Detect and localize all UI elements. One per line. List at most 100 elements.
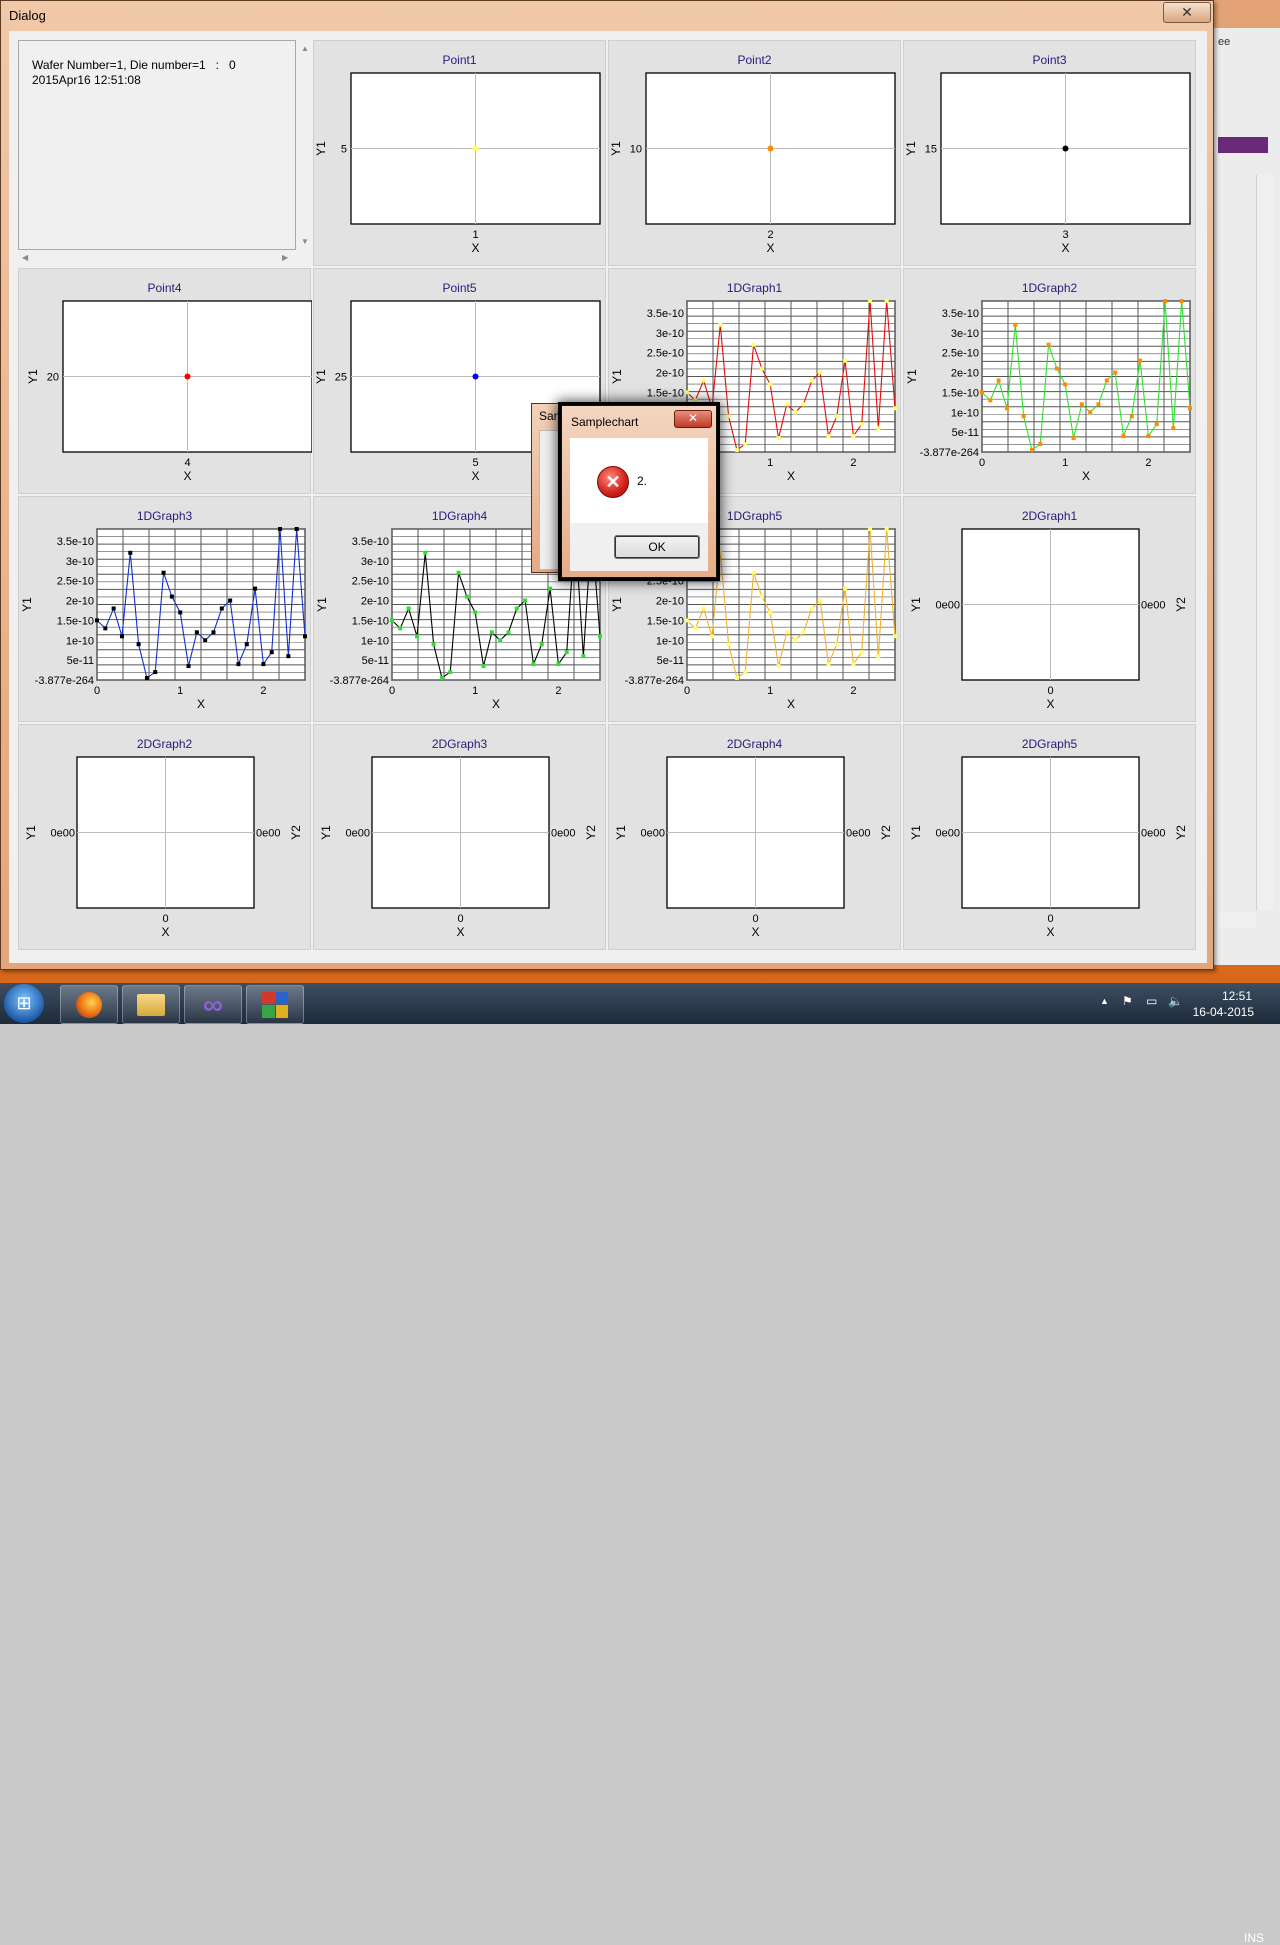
y-tick-label: 5e-11 bbox=[657, 655, 684, 667]
data-marker bbox=[294, 527, 299, 531]
data-marker bbox=[1138, 358, 1143, 363]
data-marker bbox=[390, 618, 394, 623]
clock-date[interactable]: 16-04-2015 bbox=[1193, 1005, 1254, 1019]
scroll-left-icon[interactable]: ◀ bbox=[22, 253, 28, 262]
data-marker bbox=[95, 618, 99, 623]
data-marker bbox=[203, 638, 208, 643]
taskbar-mfc-app-button[interactable] bbox=[246, 985, 304, 1024]
data-marker bbox=[826, 434, 831, 439]
data-marker bbox=[1071, 436, 1076, 441]
y-axis-label: Y1 bbox=[610, 369, 624, 384]
data-marker bbox=[406, 606, 411, 611]
data-marker bbox=[523, 598, 528, 603]
y-tick-label: 3.5e-10 bbox=[942, 308, 979, 320]
y2-axis-label: Y2 bbox=[584, 825, 598, 840]
y2-tick-label: 0e00 bbox=[551, 828, 575, 840]
x-tick-label: 0 bbox=[94, 685, 100, 697]
data-marker bbox=[685, 390, 689, 395]
background-vertical-scrollbar[interactable] bbox=[1256, 175, 1273, 910]
data-marker bbox=[169, 594, 174, 599]
y-tick-label: 3.5e-10 bbox=[647, 308, 684, 320]
tray-expand-icon[interactable]: ▲ bbox=[1100, 996, 1109, 1006]
x-axis-label: X bbox=[751, 925, 759, 939]
data-marker bbox=[1146, 434, 1151, 439]
x-axis-label: X bbox=[161, 925, 169, 939]
data-marker bbox=[514, 606, 519, 611]
y-axis-label: Y1 bbox=[26, 369, 40, 384]
scroll-down-icon[interactable]: ▼ bbox=[301, 237, 309, 246]
x-axis-label: X bbox=[787, 469, 795, 483]
network-icon[interactable]: ▭ bbox=[1146, 994, 1157, 1008]
chart-cell-2dgraph1: 2DGraph1 0e00 0e00 0 X Y1 Y2 bbox=[903, 496, 1196, 722]
x-axis-label: X bbox=[471, 469, 479, 483]
info-vertical-scrollbar[interactable]: ▲ ▼ bbox=[298, 40, 312, 250]
volume-muted-icon[interactable]: 🔈 bbox=[1168, 994, 1183, 1008]
y-tick-label: 2.5e-10 bbox=[57, 576, 94, 588]
x-tick-label: 2 bbox=[850, 685, 856, 697]
data-marker bbox=[1171, 426, 1176, 431]
y2-axis-label: Y2 bbox=[1174, 825, 1188, 840]
y-axis-label: Y1 bbox=[909, 825, 923, 840]
y-axis-label: Y1 bbox=[314, 369, 328, 384]
data-marker bbox=[843, 586, 848, 591]
data-marker bbox=[876, 426, 881, 431]
ok-button[interactable]: OK bbox=[614, 535, 700, 559]
data-marker bbox=[414, 634, 419, 639]
scroll-right-icon[interactable]: ▶ bbox=[282, 253, 288, 262]
taskbar-visual-studio-button[interactable]: ∞ bbox=[184, 985, 242, 1024]
y-axis-label: Y1 bbox=[314, 141, 328, 156]
y2-tick-label: 0e00 bbox=[846, 828, 870, 840]
data-marker bbox=[818, 598, 823, 603]
start-button[interactable]: ⊞ bbox=[4, 984, 44, 1023]
data-marker bbox=[709, 634, 714, 639]
data-marker bbox=[834, 642, 839, 647]
data-marker bbox=[784, 630, 789, 635]
taskbar-explorer-button[interactable] bbox=[122, 985, 180, 1024]
y-tick-label: 3.5e-10 bbox=[352, 536, 389, 548]
data-marker bbox=[211, 630, 216, 635]
data-marker bbox=[531, 662, 536, 667]
y-tick-label: 1.5e-10 bbox=[647, 387, 684, 399]
data-marker bbox=[751, 570, 756, 575]
data-marker bbox=[1179, 299, 1184, 303]
data-point bbox=[1062, 145, 1069, 152]
data-marker bbox=[884, 527, 889, 531]
data-marker bbox=[539, 642, 544, 647]
y-tick-label: 5 bbox=[341, 144, 347, 156]
y-axis-label: Y1 bbox=[614, 825, 628, 840]
data-marker bbox=[244, 642, 249, 647]
x-axis-label: X bbox=[471, 241, 479, 255]
data-marker bbox=[851, 434, 856, 439]
x-tick-label: 1 bbox=[177, 685, 183, 697]
data-marker bbox=[1163, 299, 1168, 303]
y-tick-label: -3.877e-264 bbox=[920, 447, 979, 459]
data-marker bbox=[834, 414, 839, 419]
y2-tick-label: 0e00 bbox=[256, 828, 280, 840]
y-axis-label: Y1 bbox=[24, 825, 38, 840]
background-horizontal-scrollbar[interactable] bbox=[1218, 912, 1256, 928]
info-horizontal-scrollbar[interactable]: ◀ ▶ bbox=[18, 251, 296, 265]
chart-svg: 20 4X Y1 bbox=[26, 300, 312, 483]
x-tick-label: 2 bbox=[767, 229, 773, 241]
data-marker bbox=[481, 664, 486, 669]
y-tick-label: 1.5e-10 bbox=[352, 615, 389, 627]
y-tick-label: 2e-10 bbox=[656, 368, 684, 380]
data-marker bbox=[801, 402, 806, 407]
background-pinned-tab[interactable] bbox=[1218, 137, 1268, 153]
y-tick-label: 2.5e-10 bbox=[942, 348, 979, 360]
y-tick-label: 1.5e-10 bbox=[57, 615, 94, 627]
message-box-close-button[interactable]: ✕ bbox=[674, 410, 712, 428]
data-marker bbox=[219, 606, 224, 611]
message-box-title: Samplechart bbox=[571, 415, 639, 429]
flag-icon[interactable]: ⚑ bbox=[1122, 994, 1133, 1008]
data-marker bbox=[303, 634, 307, 639]
data-marker bbox=[1154, 422, 1159, 427]
clock-time[interactable]: 12:51 bbox=[1222, 989, 1252, 1003]
taskbar-firefox-button[interactable] bbox=[60, 985, 118, 1024]
data-marker bbox=[701, 606, 706, 611]
data-marker bbox=[261, 662, 266, 667]
y-tick-label: -3.877e-264 bbox=[625, 675, 684, 687]
dialog-close-button[interactable]: ✕ bbox=[1163, 2, 1211, 23]
data-marker bbox=[776, 436, 781, 441]
scroll-up-icon[interactable]: ▲ bbox=[301, 44, 309, 53]
